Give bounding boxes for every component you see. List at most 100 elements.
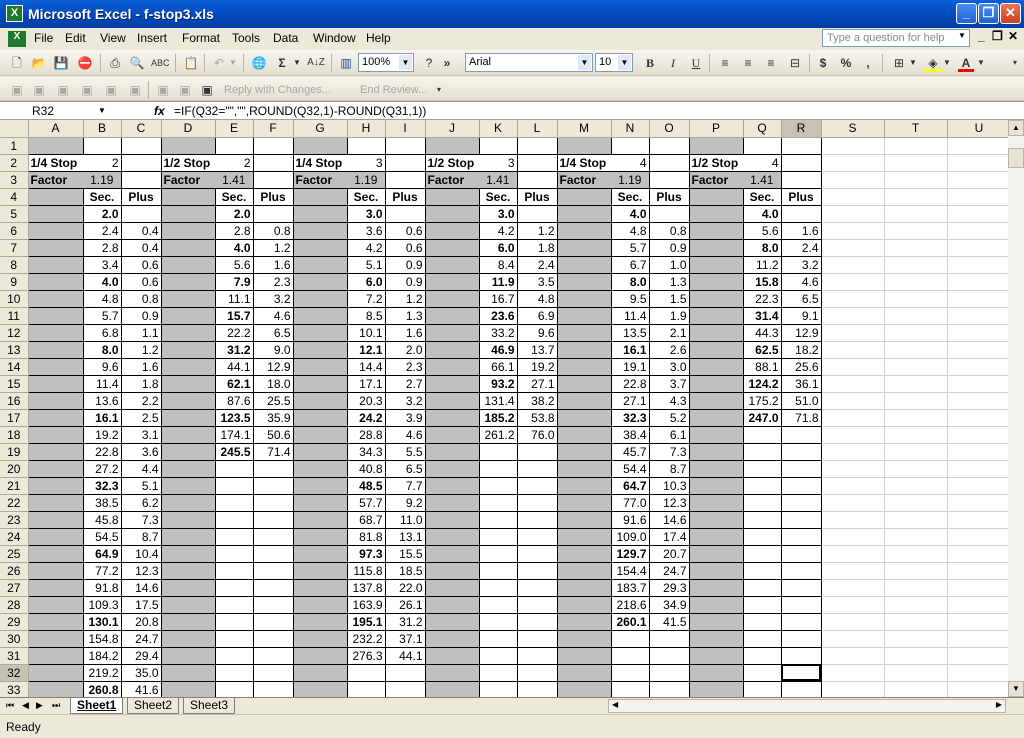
cell[interactable] — [821, 528, 885, 546]
cell[interactable]: 15.7 — [215, 307, 254, 325]
cell[interactable] — [689, 273, 744, 291]
cell[interactable] — [557, 681, 612, 697]
cell[interactable] — [215, 545, 254, 563]
cell[interactable] — [253, 664, 294, 682]
cell[interactable] — [884, 324, 948, 342]
cell[interactable] — [28, 307, 84, 325]
cell[interactable] — [293, 409, 348, 427]
cell[interactable]: 37.1 — [385, 630, 426, 648]
cell[interactable]: 0.4 — [121, 222, 162, 240]
cell[interactable] — [425, 562, 480, 580]
cell[interactable]: 247.0 — [743, 409, 782, 427]
cell[interactable] — [884, 188, 948, 206]
cell[interactable]: 2.7 — [385, 375, 426, 393]
cell[interactable]: 22.8 — [83, 443, 122, 461]
cell[interactable] — [293, 477, 348, 495]
cell[interactable] — [161, 579, 216, 597]
cell[interactable] — [557, 239, 612, 257]
cell[interactable] — [28, 273, 84, 291]
cell[interactable] — [425, 290, 480, 308]
font-color-icon[interactable]: A — [958, 54, 974, 72]
row-header[interactable]: 6 — [0, 222, 29, 240]
cell[interactable] — [947, 307, 1008, 325]
cell[interactable] — [821, 477, 885, 495]
cell[interactable]: 62.5 — [743, 341, 782, 359]
row-header[interactable]: 28 — [0, 596, 29, 614]
cell[interactable] — [293, 392, 348, 410]
cell[interactable]: 10.4 — [121, 545, 162, 563]
scroll-thumb[interactable] — [1008, 148, 1024, 168]
cell[interactable] — [161, 647, 216, 665]
cell[interactable]: 20.3 — [347, 392, 386, 410]
cell[interactable]: 1/4 Stop — [557, 154, 611, 172]
cell[interactable] — [253, 579, 294, 597]
cell[interactable] — [28, 562, 84, 580]
cell[interactable] — [425, 409, 480, 427]
cell[interactable] — [947, 409, 1008, 427]
cell[interactable] — [689, 239, 744, 257]
cell[interactable] — [884, 256, 948, 274]
tab-sheet1[interactable]: Sheet1 — [70, 698, 124, 714]
cell[interactable]: 33.2 — [479, 324, 518, 342]
cell[interactable]: 7.3 — [649, 443, 690, 461]
cell[interactable] — [947, 630, 1008, 648]
cell[interactable]: 1.6 — [253, 256, 294, 274]
cell[interactable]: 6.5 — [385, 460, 426, 478]
cell[interactable] — [28, 579, 84, 597]
cell[interactable]: 54.5 — [83, 528, 122, 546]
row-header[interactable]: 8 — [0, 256, 29, 274]
cell[interactable]: 2.0 — [385, 341, 426, 359]
cell[interactable] — [293, 460, 348, 478]
cell[interactable] — [293, 528, 348, 546]
borders-icon[interactable]: ⊞ — [890, 54, 908, 72]
cell[interactable] — [253, 545, 294, 563]
cell[interactable] — [479, 494, 518, 512]
cell[interactable] — [28, 137, 84, 155]
cell[interactable] — [517, 647, 558, 665]
cell[interactable] — [884, 681, 948, 697]
cell[interactable] — [689, 222, 744, 240]
cell[interactable] — [161, 392, 216, 410]
cell[interactable] — [479, 528, 518, 546]
cell[interactable] — [884, 664, 948, 682]
column-header[interactable]: R — [781, 120, 822, 138]
cell[interactable] — [821, 562, 885, 580]
cell[interactable] — [781, 664, 822, 682]
cell[interactable] — [385, 171, 426, 189]
cell[interactable]: 2.8 — [215, 222, 254, 240]
cell[interactable] — [821, 205, 885, 223]
tab-sheet2[interactable]: Sheet2 — [127, 698, 180, 714]
column-header[interactable]: O — [649, 120, 690, 138]
cell[interactable]: 14.6 — [649, 511, 690, 529]
cell[interactable] — [781, 579, 822, 597]
cell[interactable]: 4.0 — [83, 273, 122, 291]
cell[interactable] — [947, 290, 1008, 308]
cell[interactable] — [425, 528, 480, 546]
cell[interactable] — [689, 460, 744, 478]
cell[interactable]: 31.4 — [743, 307, 782, 325]
cell[interactable]: 54.4 — [611, 460, 650, 478]
row-header[interactable]: 18 — [0, 426, 29, 444]
cell[interactable] — [161, 494, 216, 512]
row-header[interactable]: 19 — [0, 443, 29, 461]
cell[interactable] — [517, 630, 558, 648]
cell[interactable] — [781, 137, 822, 155]
cell[interactable] — [884, 545, 948, 563]
align-left-icon[interactable]: ≡ — [716, 54, 734, 72]
cell[interactable]: 48.5 — [347, 477, 386, 495]
cell[interactable]: 6.5 — [781, 290, 822, 308]
cell[interactable] — [557, 290, 612, 308]
cell[interactable] — [821, 222, 885, 240]
cell[interactable] — [293, 256, 348, 274]
cell[interactable] — [425, 477, 480, 495]
cell[interactable]: 1.5 — [649, 290, 690, 308]
cell[interactable]: 8.7 — [121, 528, 162, 546]
cell[interactable] — [557, 460, 612, 478]
cell[interactable] — [557, 596, 612, 614]
row-header[interactable]: 3 — [0, 171, 29, 189]
cell[interactable] — [425, 273, 480, 291]
cell[interactable] — [557, 188, 612, 206]
cell[interactable]: Sec. — [743, 188, 782, 206]
cell[interactable]: 183.7 — [611, 579, 650, 597]
cell[interactable] — [649, 630, 690, 648]
